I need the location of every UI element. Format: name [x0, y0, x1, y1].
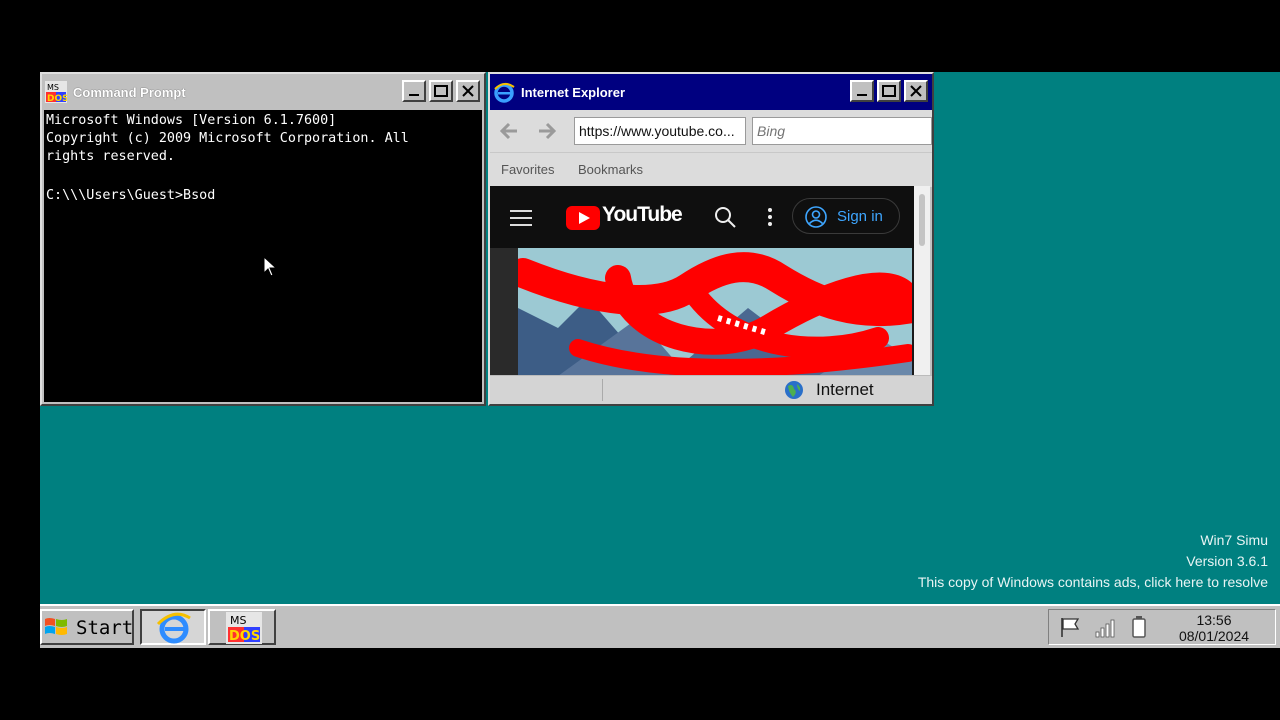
scrollbar[interactable]: [914, 186, 930, 378]
status-divider: [602, 379, 603, 401]
close-button[interactable]: [904, 80, 928, 102]
ms-dos-icon: MS DOS: [226, 612, 262, 648]
bookmarks-link[interactable]: Bookmarks: [578, 162, 643, 177]
signal-icon[interactable]: [1095, 616, 1119, 643]
desktop: MS DOS Command Prompt Microsoft Windows …: [40, 72, 1280, 648]
maximize-icon: [434, 85, 448, 97]
flag-icon[interactable]: [1059, 616, 1081, 643]
cmd-titlebar[interactable]: MS DOS Command Prompt: [42, 74, 484, 110]
minimize-button[interactable]: [850, 80, 874, 102]
console-line: rights reserved.: [46, 149, 175, 164]
close-button[interactable]: [456, 80, 480, 102]
favorites-bar: Favorites Bookmarks: [490, 152, 932, 187]
sign-in-button[interactable]: Sign in: [792, 198, 900, 234]
maximize-button[interactable]: [877, 80, 901, 102]
favorites-link[interactable]: Favorites: [501, 162, 554, 177]
ie-icon: [156, 612, 192, 648]
ms-dos-icon: MS DOS: [45, 81, 69, 104]
back-arrow-icon[interactable]: [498, 120, 520, 147]
navigation-bar: https://www.youtube.co...: [490, 110, 932, 152]
mouse-cursor-icon: [263, 255, 278, 283]
youtube-header: YouTube Sign in: [490, 186, 914, 248]
sign-in-label: Sign in: [837, 208, 883, 225]
taskbar-item-internet-explorer[interactable]: [140, 609, 206, 645]
start-label: Start: [76, 617, 134, 639]
security-zone-label: Internet: [816, 380, 874, 399]
video-thumbnail[interactable]: [518, 248, 912, 376]
taskbar: Start MS DOS 13:56 08/01/2024: [40, 604, 1280, 648]
start-button[interactable]: Start: [40, 609, 134, 645]
more-options-icon[interactable]: [767, 207, 773, 232]
search-icon[interactable]: [714, 206, 736, 233]
account-icon: [805, 206, 827, 233]
system-tray: 13:56 08/01/2024: [1048, 609, 1276, 645]
taskbar-item-command-prompt[interactable]: MS DOS: [208, 609, 276, 645]
console-line: C:\\\Users\Guest>Bsod: [46, 188, 216, 203]
watermark-line: Version 3.6.1: [1186, 553, 1268, 569]
windows-logo-icon: [44, 616, 68, 643]
svg-text:DOS: DOS: [229, 629, 260, 644]
search-input[interactable]: [752, 117, 932, 145]
maximize-icon: [882, 85, 896, 97]
youtube-logo-text: YouTube: [602, 203, 683, 226]
globe-icon: [784, 380, 804, 405]
youtube-logo-icon[interactable]: [566, 206, 600, 235]
cmd-title: Command Prompt: [73, 84, 186, 100]
command-prompt-window[interactable]: MS DOS Command Prompt Microsoft Windows …: [40, 72, 486, 406]
svg-text:DOS: DOS: [47, 94, 67, 103]
status-bar: Internet: [490, 375, 932, 404]
activation-watermark[interactable]: Win7 Simu Version 3.6.1 This copy of Win…: [918, 530, 1268, 593]
minimize-icon: [857, 94, 867, 96]
svg-text:MS: MS: [47, 83, 59, 92]
close-icon: [910, 85, 922, 97]
maximize-button[interactable]: [429, 80, 453, 102]
close-icon: [462, 85, 474, 97]
ie-title: Internet Explorer: [521, 84, 626, 100]
minimize-button[interactable]: [402, 80, 426, 102]
clock[interactable]: 13:56 08/01/2024: [1155, 612, 1273, 644]
ie-icon: [493, 81, 515, 103]
hamburger-menu-icon[interactable]: [510, 208, 534, 233]
scrollbar-thumb[interactable]: [919, 194, 925, 246]
svg-text:MS: MS: [230, 614, 246, 627]
battery-icon[interactable]: [1131, 615, 1147, 644]
address-bar[interactable]: https://www.youtube.co...: [574, 117, 746, 145]
console-line: Microsoft Windows [Version 6.1.7600]: [46, 113, 337, 128]
forward-arrow-icon[interactable]: [536, 120, 558, 147]
watermark-line[interactable]: This copy of Windows contains ads, click…: [918, 572, 1268, 593]
web-page-view[interactable]: YouTube Sign in: [490, 186, 914, 378]
page-left-strip: [490, 248, 518, 378]
clock-time: 13:56: [1196, 612, 1232, 628]
watermark-line: Win7 Simu: [1200, 532, 1268, 548]
ie-titlebar[interactable]: Internet Explorer: [490, 74, 932, 110]
minimize-icon: [409, 94, 419, 96]
clock-date: 08/01/2024: [1178, 628, 1250, 644]
console-line: Copyright (c) 2009 Microsoft Corporation…: [46, 131, 409, 146]
internet-explorer-window[interactable]: Internet Explorer https://www.youtube.co…: [488, 72, 934, 406]
